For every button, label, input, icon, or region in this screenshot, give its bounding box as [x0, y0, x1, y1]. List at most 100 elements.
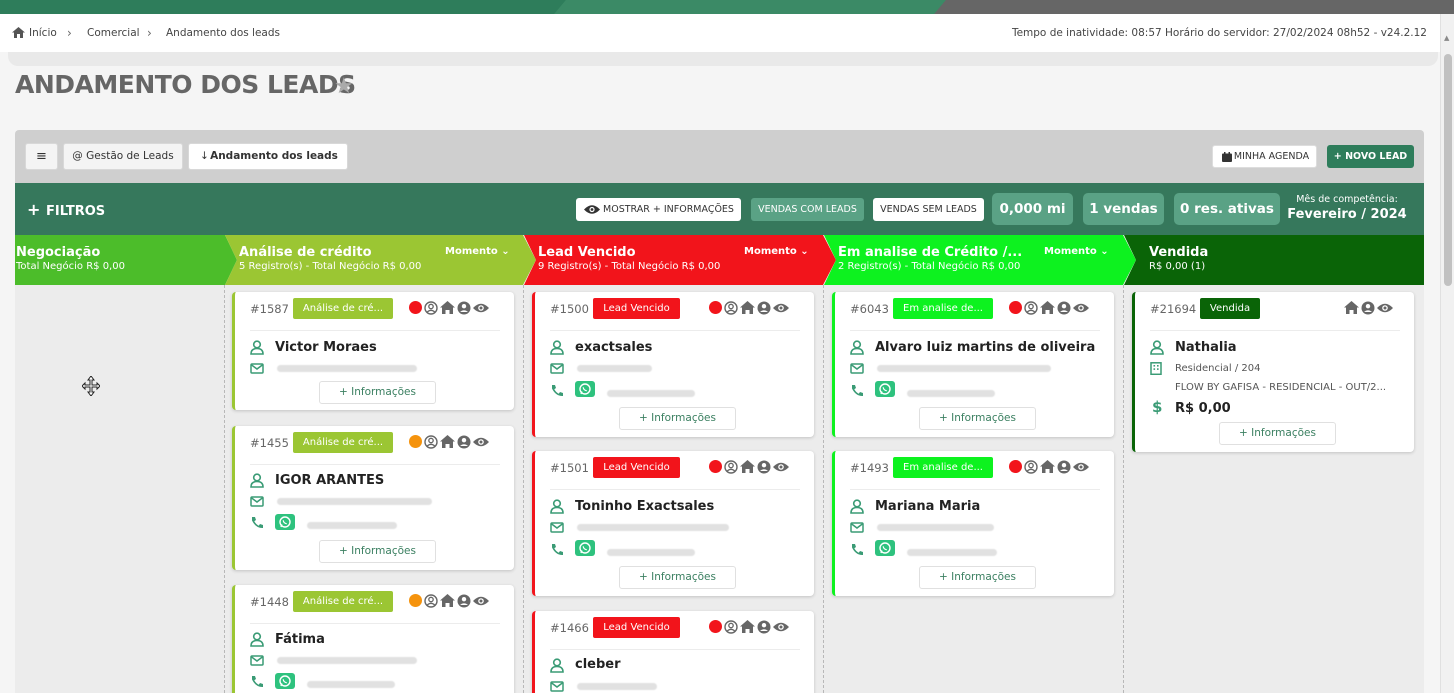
phone-icon[interactable] — [250, 675, 264, 688]
phone-icon[interactable] — [850, 384, 864, 397]
home-icon[interactable] — [1344, 301, 1359, 314]
home-icon[interactable] — [1040, 460, 1055, 473]
momento-dropdown[interactable]: Momento ⌄ — [744, 246, 809, 257]
eye-icon[interactable] — [473, 436, 489, 448]
lead-card[interactable]: #1493 Em analise de... Mariana Maria + I… — [832, 451, 1114, 596]
informacoes-button[interactable]: + Informações — [919, 407, 1036, 430]
whatsapp-icon[interactable] — [875, 381, 895, 397]
lead-name[interactable]: Alvaro luiz martins de oliveira — [875, 340, 1095, 355]
eye-icon[interactable] — [773, 621, 789, 633]
column-header-analise-credito[interactable]: Análise de crédito 5 Registro(s) - Total… — [225, 235, 536, 285]
momento-dropdown[interactable]: Momento ⌄ — [445, 246, 510, 257]
lead-name[interactable]: Toninho Exactsales — [575, 499, 714, 514]
stat-res-ativas: 0 res. ativas — [1174, 193, 1280, 225]
user-icon[interactable] — [457, 301, 471, 315]
user-icon[interactable] — [457, 594, 471, 608]
user-icon[interactable] — [1057, 460, 1071, 474]
lead-name[interactable]: exactsales — [575, 340, 652, 355]
column-header-vendida[interactable]: Vendida R$ 0,00 (1) — [1124, 235, 1424, 285]
lead-card[interactable]: #1448 Análise de cré... Fátima — [232, 585, 514, 693]
informacoes-button[interactable]: + Informações — [619, 407, 736, 430]
lead-card[interactable]: #1455 Análise de cré... IGOR ARANTES + I… — [232, 426, 514, 570]
momento-dropdown[interactable]: Momento ⌄ — [1044, 246, 1109, 257]
eye-icon[interactable] — [473, 595, 489, 607]
home-icon[interactable] — [740, 301, 755, 314]
lead-name[interactable]: IGOR ARANTES — [275, 473, 384, 488]
lead-card[interactable]: #1500 Lead Vencido exactsales + Informaç… — [532, 292, 814, 437]
eye-icon[interactable] — [1073, 461, 1089, 473]
home-icon[interactable] — [440, 435, 455, 448]
vendas-com-leads-button[interactable]: VENDAS COM LEADS — [751, 198, 864, 221]
andamento-leads-tab[interactable]: ↓ Andamento dos leads — [188, 143, 348, 170]
lead-card[interactable]: #1501 Lead Vencido Toninho Exactsales + … — [532, 451, 814, 596]
person-circle-icon[interactable] — [724, 300, 738, 315]
column-header-negociacao[interactable]: Negociação Total Negócio R$ 0,00 — [15, 235, 237, 285]
lead-name[interactable]: cleber — [575, 657, 621, 672]
home-icon[interactable] — [740, 460, 755, 473]
user-icon[interactable] — [757, 301, 771, 315]
whatsapp-icon[interactable] — [575, 381, 595, 397]
person-circle-icon[interactable] — [724, 619, 738, 634]
phone-icon[interactable] — [550, 543, 564, 556]
home-icon[interactable] — [440, 594, 455, 607]
novo-lead-button[interactable]: + NOVO LEAD — [1327, 145, 1414, 168]
phone-icon[interactable] — [850, 543, 864, 556]
home-icon[interactable] — [1040, 301, 1055, 314]
user-icon[interactable] — [457, 435, 471, 449]
filtros-toggle[interactable]: + FILTROS — [27, 200, 105, 219]
lead-name[interactable]: Victor Moraes — [275, 340, 377, 355]
user-icon[interactable] — [757, 460, 771, 474]
breadcrumb-comercial[interactable]: Comercial — [87, 27, 140, 39]
lead-card[interactable]: #1587 Análise de cré... Victor Moraes + … — [232, 292, 514, 410]
mostrar-informacoes-button[interactable]: MOSTRAR + INFORMAÇÕES — [576, 198, 741, 221]
whatsapp-icon[interactable] — [875, 540, 895, 556]
status-dot — [1009, 301, 1022, 314]
whatsapp-icon[interactable] — [275, 514, 295, 530]
lead-id: #6043 — [850, 302, 889, 316]
lead-name[interactable]: Mariana Maria — [875, 499, 980, 514]
whatsapp-icon[interactable] — [275, 673, 295, 689]
home-icon[interactable] — [440, 301, 455, 314]
eye-icon[interactable] — [1377, 302, 1393, 314]
gestao-leads-tab[interactable]: @ Gestão de Leads — [63, 143, 183, 170]
home-icon[interactable] — [740, 620, 755, 633]
eye-icon[interactable] — [773, 302, 789, 314]
minha-agenda-button[interactable]: MINHA AGENDA — [1212, 145, 1317, 168]
page-scrollbar[interactable]: ▲ — [1440, 14, 1454, 693]
lead-name[interactable]: Fátima — [275, 632, 325, 647]
lead-card[interactable]: #1466 Lead Vencido cleber — [532, 611, 814, 693]
phone-icon[interactable] — [250, 516, 264, 529]
user-icon[interactable] — [757, 620, 771, 634]
whatsapp-icon[interactable] — [575, 540, 595, 556]
person-circle-icon[interactable] — [724, 459, 738, 474]
eye-icon[interactable] — [473, 302, 489, 314]
informacoes-button[interactable]: + Informações — [919, 566, 1036, 589]
person-circle-icon[interactable] — [424, 593, 438, 608]
phone-icon[interactable] — [550, 384, 564, 397]
person-circle-icon[interactable] — [424, 300, 438, 315]
user-icon[interactable] — [1057, 301, 1071, 315]
envelope-icon — [850, 363, 864, 374]
star-icon[interactable]: ★ — [334, 74, 354, 99]
user-icon[interactable] — [1361, 301, 1375, 315]
informacoes-button[interactable]: + Informações — [1219, 422, 1336, 445]
informacoes-button[interactable]: + Informações — [319, 381, 436, 404]
vendas-sem-leads-button[interactable]: VENDAS SEM LEADS — [873, 198, 984, 221]
mes-competencia[interactable]: Mês de competência: Fevereiro / 2024 — [1284, 194, 1410, 222]
lead-name[interactable]: Nathalia — [1175, 340, 1237, 355]
informacoes-button[interactable]: + Informações — [619, 566, 736, 589]
column-header-em-analise[interactable]: Em analise de Crédito /... 2 Registro(s)… — [824, 235, 1136, 285]
breadcrumb-home[interactable]: Início — [29, 27, 57, 39]
lead-card[interactable]: #21694 Vendida Nathalia Residencial / 20… — [1132, 292, 1414, 452]
home-icon[interactable] — [12, 27, 25, 38]
eye-icon[interactable] — [1073, 302, 1089, 314]
scrollbar-thumb[interactable] — [1444, 54, 1452, 286]
eye-icon[interactable] — [773, 461, 789, 473]
menu-button[interactable]: ≡ — [25, 143, 58, 170]
column-header-lead-vencido[interactable]: Lead Vencido 9 Registro(s) - Total Negóc… — [524, 235, 836, 285]
informacoes-button[interactable]: + Informações — [319, 540, 436, 563]
person-circle-icon[interactable] — [1024, 459, 1038, 474]
person-circle-icon[interactable] — [424, 434, 438, 449]
lead-card[interactable]: #6043 Em analise de... Alvaro luiz marti… — [832, 292, 1114, 437]
person-circle-icon[interactable] — [1024, 300, 1038, 315]
